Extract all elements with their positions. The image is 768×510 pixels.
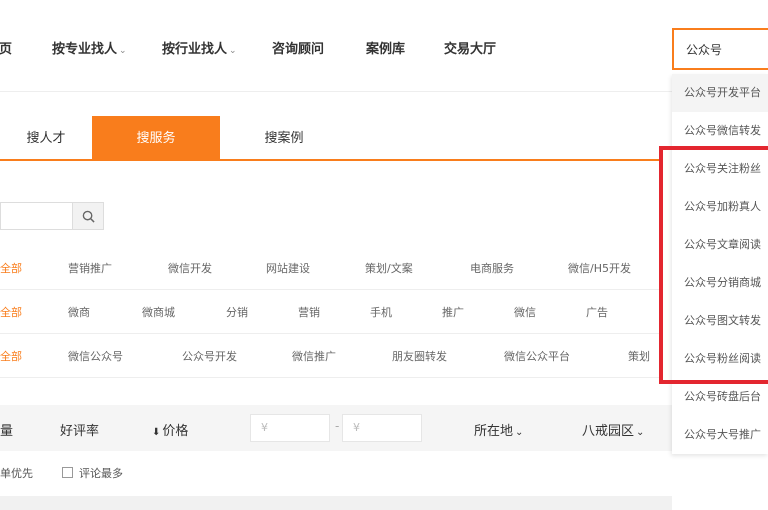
filter-search-button[interactable]	[72, 202, 104, 230]
price-max-input[interactable]: ¥	[342, 414, 422, 442]
arrow-down-icon: ⬇	[152, 427, 161, 438]
category-item[interactable]: 微商城	[142, 304, 175, 320]
category-row-1: 全部 营销推广 微信开发 网站建设 策划/文案 电商服务 微信/H5开发	[0, 246, 660, 290]
suggestion-item[interactable]: 公众号微信转发	[672, 112, 768, 150]
tab-services[interactable]: 搜服务	[92, 116, 220, 161]
category-item[interactable]: 营销推广	[68, 260, 112, 276]
nav-by-industry[interactable]: 按行业找人 ⌄	[162, 38, 237, 57]
top-nav: 首页 按专业找人⌄ 按行业找人⌄ 咨询顾问 案例库 交易大厅	[0, 0, 768, 92]
option-first[interactable]: 单优先	[0, 465, 33, 481]
search-icon	[82, 210, 95, 223]
park-label: 八戒园区	[582, 424, 635, 439]
highlight-frame	[659, 146, 768, 384]
category-item[interactable]: 广告	[586, 304, 608, 320]
sort-price-label: 价格	[162, 424, 189, 439]
category-item[interactable]: 策划	[628, 348, 650, 364]
nav-home-label: 首页	[0, 42, 13, 57]
category-item[interactable]: 微商	[68, 304, 90, 320]
option-most-reviews-label: 评论最多	[79, 467, 123, 480]
chevron-down-icon: ⌄	[119, 46, 127, 56]
search-box[interactable]	[672, 28, 768, 70]
chevron-down-icon: ⌄	[636, 427, 645, 438]
checkbox[interactable]	[62, 467, 73, 478]
sort-rating[interactable]: 好评率	[60, 420, 99, 439]
filter-search-input[interactable]	[0, 202, 72, 230]
category-item[interactable]: 网站建设	[266, 260, 310, 276]
location-label: 所在地	[474, 424, 514, 439]
search-tabs: 搜人才 搜服务 搜案例	[0, 116, 660, 161]
category-item[interactable]: 手机	[370, 304, 392, 320]
park-dropdown[interactable]: 八戒园区 ⌄	[582, 420, 644, 439]
category-item[interactable]: 微信/H5开发	[568, 260, 631, 276]
nav-divider	[0, 91, 768, 92]
sort-bar: 量 好评率 ⬇ 价格 ¥ - ¥ 所在地 ⌄ 八戒园区 ⌄	[0, 405, 672, 451]
category-item[interactable]: 电商服务	[470, 260, 514, 276]
category-all[interactable]: 全部	[0, 348, 22, 364]
category-item[interactable]: 营销	[298, 304, 320, 320]
category-item[interactable]: 推广	[442, 304, 464, 320]
nav-by-industry-label: 按行业找人	[162, 42, 228, 57]
suggestion-item[interactable]: 公众号开发平台	[672, 74, 768, 112]
location-dropdown[interactable]: 所在地 ⌄	[474, 420, 523, 439]
search-input[interactable]	[674, 30, 768, 68]
nav-case-library[interactable]: 案例库	[366, 38, 405, 57]
category-row-3: 全部 微信公众号 公众号开发 微信推广 朋友圈转发 微信公众平台 策划	[0, 334, 660, 378]
category-item[interactable]: 朋友圈转发	[392, 348, 447, 364]
nav-by-profession[interactable]: 按专业找人 ⌄	[52, 38, 127, 57]
nav-consultant[interactable]: 咨询顾问	[272, 38, 324, 57]
sort-sales[interactable]: 量	[0, 420, 13, 439]
category-item[interactable]: 公众号开发	[182, 348, 237, 364]
nav-home[interactable]: 首页	[0, 38, 12, 57]
category-all[interactable]: 全部	[0, 260, 22, 276]
category-item[interactable]: 微信开发	[168, 260, 212, 276]
filter-options: 单优先 评论最多	[0, 465, 672, 483]
category-item[interactable]: 微信推广	[292, 348, 336, 364]
nav-by-profession-label: 按专业找人	[52, 42, 118, 57]
chevron-down-icon: ⌄	[515, 427, 524, 438]
category-item[interactable]: 分销	[226, 304, 248, 320]
category-row-2: 全部 微商 微商城 分销 营销 手机 推广 微信 广告	[0, 290, 660, 334]
chevron-down-icon: ⌄	[229, 46, 237, 56]
tab-cases[interactable]: 搜案例	[220, 116, 348, 161]
price-range-dash: -	[335, 419, 340, 433]
nav-trading-hall[interactable]: 交易大厅	[444, 38, 496, 57]
category-item[interactable]: 微信公众号	[68, 348, 123, 364]
suggestion-item[interactable]: 公众号大号推广	[672, 416, 768, 454]
category-item[interactable]: 微信	[514, 304, 536, 320]
category-all[interactable]: 全部	[0, 304, 22, 320]
tab-talent[interactable]: 搜人才	[0, 116, 92, 161]
option-most-reviews[interactable]: 评论最多	[62, 465, 123, 481]
category-item[interactable]: 策划/文案	[365, 260, 413, 276]
price-min-input[interactable]: ¥	[250, 414, 330, 442]
category-item[interactable]: 微信公众平台	[504, 348, 570, 364]
content-placeholder	[0, 496, 672, 510]
sort-price[interactable]: ⬇ 价格	[152, 420, 188, 439]
